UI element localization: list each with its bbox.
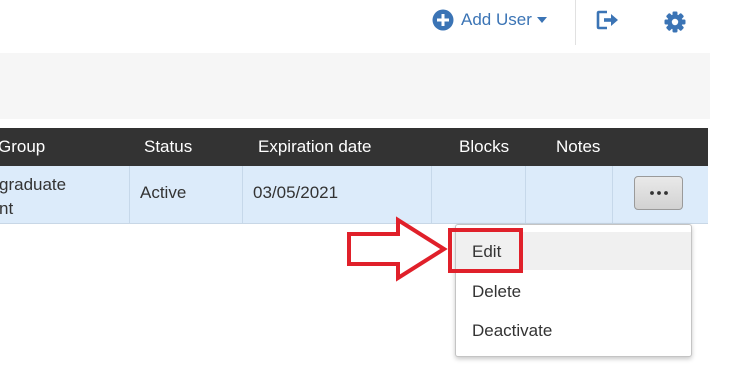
group-line-1: graduate xyxy=(0,175,67,194)
menu-item-deactivate-label: Deactivate xyxy=(472,321,553,340)
filter-band xyxy=(0,53,710,119)
row-actions-button[interactable] xyxy=(634,176,683,210)
cell-divider xyxy=(242,166,243,223)
add-user-label: Add User xyxy=(461,10,532,29)
column-header-notes[interactable]: Notes xyxy=(556,137,600,157)
cell-expiration-date: 03/05/2021 xyxy=(253,183,339,202)
plus-circle-icon xyxy=(432,9,454,31)
add-user-button[interactable]: Add User xyxy=(432,8,547,32)
ellipsis-icon xyxy=(649,191,668,195)
caret-down-icon xyxy=(536,17,547,23)
edit-highlight-box xyxy=(448,228,523,273)
table-header: Group Status Expiration date Blocks Note… xyxy=(0,128,708,166)
menu-item-delete-label: Delete xyxy=(472,282,522,301)
cell-divider xyxy=(431,166,432,223)
top-toolbar: Add User xyxy=(0,0,755,52)
logout-icon[interactable] xyxy=(595,9,619,31)
column-header-expiration-date[interactable]: Expiration date xyxy=(258,137,371,157)
cell-status: Active xyxy=(140,183,187,202)
menu-item-deactivate[interactable]: Deactivate xyxy=(456,311,691,349)
cell-divider xyxy=(612,166,613,223)
group-line-2: nt xyxy=(0,199,14,218)
column-header-blocks[interactable]: Blocks xyxy=(459,137,509,157)
callout-arrow-icon xyxy=(347,216,448,282)
gear-icon[interactable] xyxy=(664,11,686,33)
cell-group: graduate nt xyxy=(0,173,66,221)
column-header-group[interactable]: Group xyxy=(0,137,45,157)
cell-divider xyxy=(525,166,526,223)
column-header-status[interactable]: Status xyxy=(144,137,192,157)
toolbar-divider xyxy=(575,0,576,45)
menu-item-delete[interactable]: Delete xyxy=(456,272,691,310)
cell-divider xyxy=(129,166,130,223)
